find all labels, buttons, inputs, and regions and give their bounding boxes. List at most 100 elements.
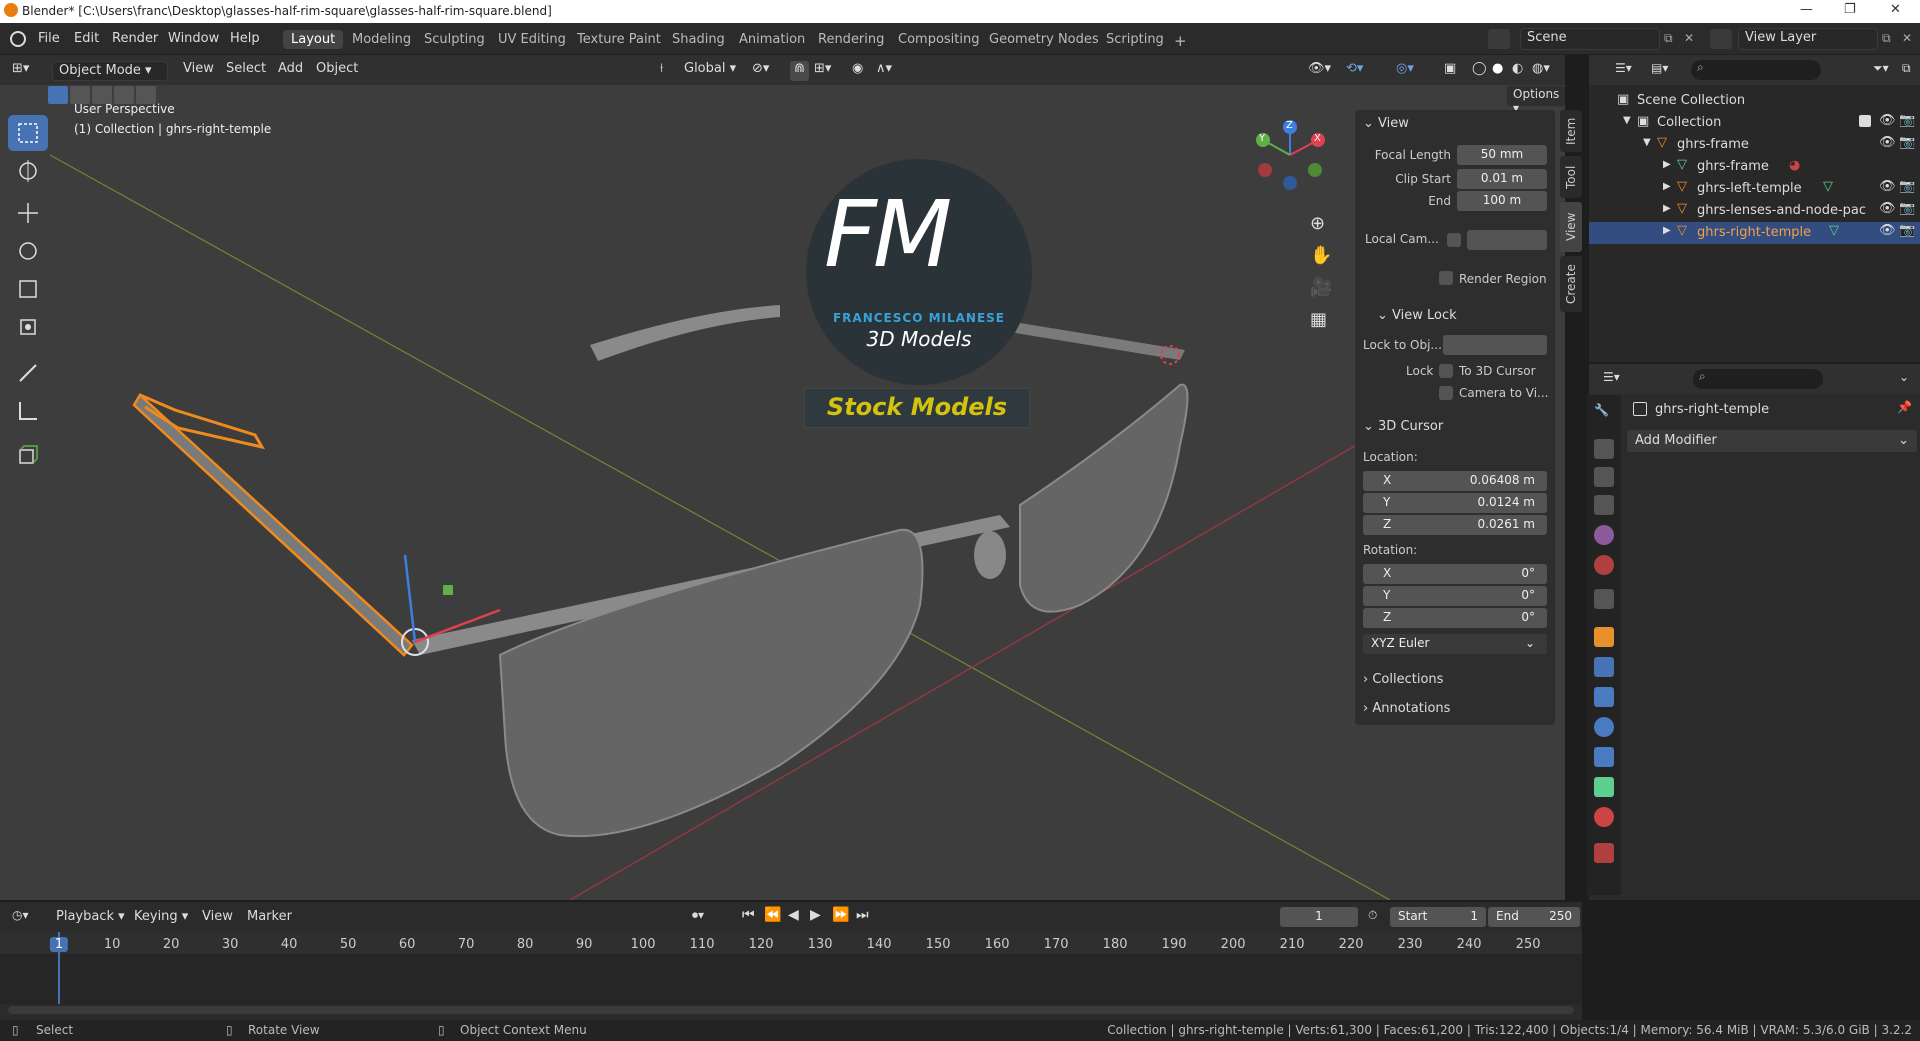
cursor-location-y[interactable]: Y 0.0124 m [1363, 493, 1547, 513]
end-frame-field[interactable]: End 250 [1488, 907, 1580, 927]
lock-to-object-field[interactable] [1443, 335, 1547, 355]
mode-dropdown[interactable]: Object Mode ▾ [52, 61, 168, 81]
proportional-edit-icon[interactable]: ◉ [852, 61, 863, 81]
tab-layout[interactable]: Layout [283, 30, 344, 49]
zoom-icon[interactable]: ⊕ [1310, 213, 1325, 234]
collapse-arrow-icon[interactable]: ▶ [1663, 203, 1671, 214]
annotations-header[interactable]: › Annotations [1363, 701, 1563, 716]
camera-render-icon[interactable]: 📷 [1899, 113, 1915, 128]
xray-toggle-icon[interactable]: ▣ [1444, 61, 1456, 81]
rendered-shading-icon[interactable]: ◍▾ [1532, 61, 1550, 81]
menu-help[interactable]: Help [230, 31, 260, 46]
properties-options-icon[interactable]: ⌄ [1899, 370, 1909, 384]
camera-render-icon[interactable]: 📷 [1899, 201, 1915, 216]
rotation-mode-dropdown[interactable]: XYZ Euler ⌄ [1363, 634, 1547, 654]
outliner-row-ghrs-frame-parent[interactable]: ▼ ▽ ghrs-frame 👁 📷 [1589, 134, 1920, 156]
options-dropdown[interactable]: Options ▾ [1506, 85, 1565, 115]
timeline-scrollbar[interactable] [8, 1006, 1574, 1014]
scene-field[interactable]: Scene [1520, 28, 1660, 50]
physics-properties-icon[interactable] [1594, 717, 1614, 737]
eye-icon[interactable]: 👁 [1879, 113, 1896, 128]
cursor-location-x[interactable]: X 0.06408 m [1363, 471, 1547, 491]
view-lock-header[interactable]: ⌄ View Lock [1377, 308, 1577, 323]
collection-properties-icon[interactable] [1594, 589, 1614, 609]
play-reverse-icon[interactable]: ◀ [788, 907, 799, 923]
transform-tool[interactable] [8, 309, 48, 345]
collapse-arrow-icon[interactable]: ▶ [1663, 181, 1671, 192]
outliner-editor-icon[interactable]: ☰▾ [1615, 61, 1632, 75]
snap-icon[interactable]: ⋒ [790, 61, 809, 81]
menu-file[interactable]: File [38, 31, 60, 46]
expand-arrow-icon[interactable]: ▼ [1623, 115, 1631, 126]
outliner-search-input[interactable] [1691, 60, 1821, 80]
clip-end-field[interactable]: 100 m [1457, 191, 1547, 211]
output-properties-icon[interactable] [1594, 467, 1614, 487]
display-mode-icon[interactable]: ▤▾ [1651, 61, 1668, 75]
texture-properties-icon[interactable] [1594, 843, 1614, 863]
constraints-properties-icon[interactable] [1594, 747, 1614, 767]
select-subtract-icon[interactable] [92, 86, 112, 104]
add-modifier-dropdown[interactable]: Add Modifier ⌄ [1627, 430, 1917, 452]
material-properties-icon[interactable] [1594, 807, 1614, 827]
render-region-checkbox[interactable] [1439, 271, 1453, 285]
tab-item[interactable]: Item [1560, 110, 1582, 152]
camera-render-icon[interactable]: 📷 [1899, 223, 1915, 238]
camera-render-icon[interactable]: 📷 [1899, 135, 1915, 150]
proportional-falloff-icon[interactable]: ∧▾ [876, 61, 892, 81]
blender-menu-icon[interactable] [10, 31, 26, 47]
material-shading-icon[interactable]: ◐ [1512, 61, 1523, 81]
jump-end-icon[interactable]: ⏭ [856, 907, 869, 923]
3d-cursor-header[interactable]: ⌄ 3D Cursor [1363, 419, 1563, 434]
playback-menu[interactable]: Playback ▾ [56, 909, 125, 924]
eye-icon[interactable]: 👁 [1879, 135, 1896, 150]
filter-icon[interactable]: ⏷▾ [1873, 61, 1889, 76]
timeline-editor-icon[interactable]: ◷▾ [12, 908, 29, 922]
camera-render-icon[interactable]: 📷 [1899, 179, 1915, 194]
timeline-view-menu[interactable]: View [202, 909, 233, 924]
menu-select[interactable]: Select [226, 61, 266, 81]
start-frame-field[interactable]: Start 1 [1390, 907, 1486, 927]
close-window-button[interactable]: ✕ [1890, 2, 1901, 17]
eye-icon[interactable]: 👁 [1879, 201, 1896, 216]
view-layer-icon[interactable] [1710, 29, 1732, 49]
cursor-rotation-z[interactable]: Z 0° [1363, 608, 1547, 628]
camera-to-view-checkbox[interactable] [1439, 386, 1453, 400]
rotate-tool[interactable] [8, 233, 48, 269]
menu-object[interactable]: Object [316, 61, 358, 81]
minimize-button[interactable]: — [1800, 2, 1813, 17]
tab-compositing[interactable]: Compositing [890, 30, 988, 49]
annotate-tool[interactable] [8, 355, 48, 391]
object-properties-icon[interactable] [1594, 627, 1614, 647]
scale-tool[interactable] [8, 271, 48, 307]
local-camera-field[interactable] [1467, 230, 1547, 250]
pivot-icon[interactable]: ⊘▾ [752, 61, 769, 81]
cursor-rotation-x[interactable]: X 0° [1363, 564, 1547, 584]
orientation-dropdown[interactable]: Global ▾ [684, 61, 736, 81]
solid-shading-icon[interactable]: ● [1492, 61, 1503, 81]
visibility-icon[interactable]: 👁▾ [1308, 61, 1331, 81]
stopwatch-icon[interactable]: ⏱ [1368, 908, 1377, 923]
menu-window[interactable]: Window [168, 31, 219, 46]
menu-add[interactable]: Add [278, 61, 303, 81]
expand-arrow-icon[interactable]: ▼ [1643, 137, 1651, 148]
tool-properties-icon[interactable]: 🔧 [1594, 403, 1614, 423]
focal-length-field[interactable]: 50 mm [1457, 145, 1547, 165]
jump-start-icon[interactable]: ⏮ [742, 907, 755, 923]
cursor-location-z[interactable]: Z 0.0261 m [1363, 515, 1547, 535]
scene-properties-icon[interactable] [1594, 525, 1614, 545]
marker-menu[interactable]: Marker [247, 909, 292, 924]
wireframe-shading-icon[interactable]: ◯ [1472, 61, 1487, 81]
select-intersect-icon[interactable] [136, 86, 156, 104]
collection-checkbox[interactable] [1859, 115, 1871, 127]
tab-tool[interactable]: Tool [1560, 156, 1582, 198]
world-properties-icon[interactable] [1594, 555, 1614, 575]
outliner-row-ghrs-left-temple[interactable]: ▶ ▽ ghrs-left-temple ▽ 👁 📷 [1589, 178, 1920, 200]
cursor-tool[interactable] [8, 153, 48, 189]
view-layer-properties-icon[interactable] [1594, 495, 1614, 515]
tab-modeling[interactable]: Modeling [344, 30, 419, 49]
tab-create[interactable]: Create [1560, 256, 1582, 312]
menu-edit[interactable]: Edit [74, 31, 99, 46]
camera-view-icon[interactable]: 🎥 [1310, 277, 1332, 298]
to-3d-cursor-checkbox[interactable] [1439, 364, 1453, 378]
play-icon[interactable]: ▶ [810, 907, 821, 923]
